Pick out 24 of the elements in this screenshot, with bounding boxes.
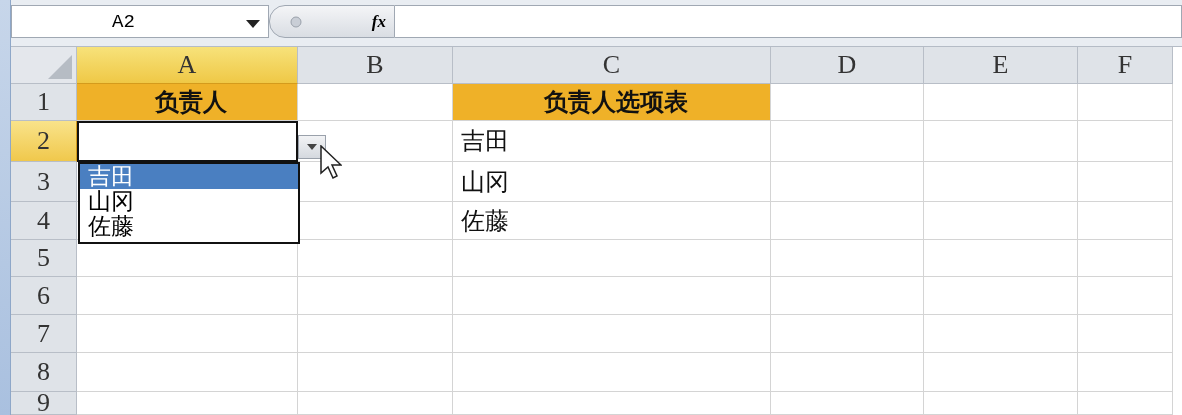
row-header[interactable]: 2 [11,121,77,162]
table-cell[interactable]: 佐藤 [453,202,771,240]
dropdown-option[interactable]: 吉田 [80,164,298,189]
row-header[interactable]: 1 [11,84,77,121]
column-header[interactable]: B [298,47,453,84]
row-header[interactable]: 5 [11,240,77,277]
row-header[interactable]: 4 [11,202,77,240]
column-header[interactable]: C [453,47,771,84]
name-box[interactable]: A2 [11,5,269,38]
row-header[interactable]: 6 [11,277,77,315]
row-header[interactable]: 9 [11,392,77,415]
table-cell[interactable]: 吉田 [453,121,771,162]
row-header[interactable]: 3 [11,162,77,202]
column-header[interactable]: E [924,47,1078,84]
row-header[interactable]: 8 [11,353,77,392]
cell-reference: A2 [112,10,135,33]
header-cell[interactable]: 负责人 [77,84,298,121]
column-header[interactable]: D [771,47,924,84]
insert-function-button[interactable]: fx [371,11,386,32]
column-header[interactable]: A [77,47,298,84]
table-cell[interactable]: 山冈 [453,162,771,202]
row-header[interactable]: 7 [11,315,77,353]
header-cell[interactable]: 负责人选项表 [453,84,771,121]
column-header[interactable]: F [1078,47,1173,84]
